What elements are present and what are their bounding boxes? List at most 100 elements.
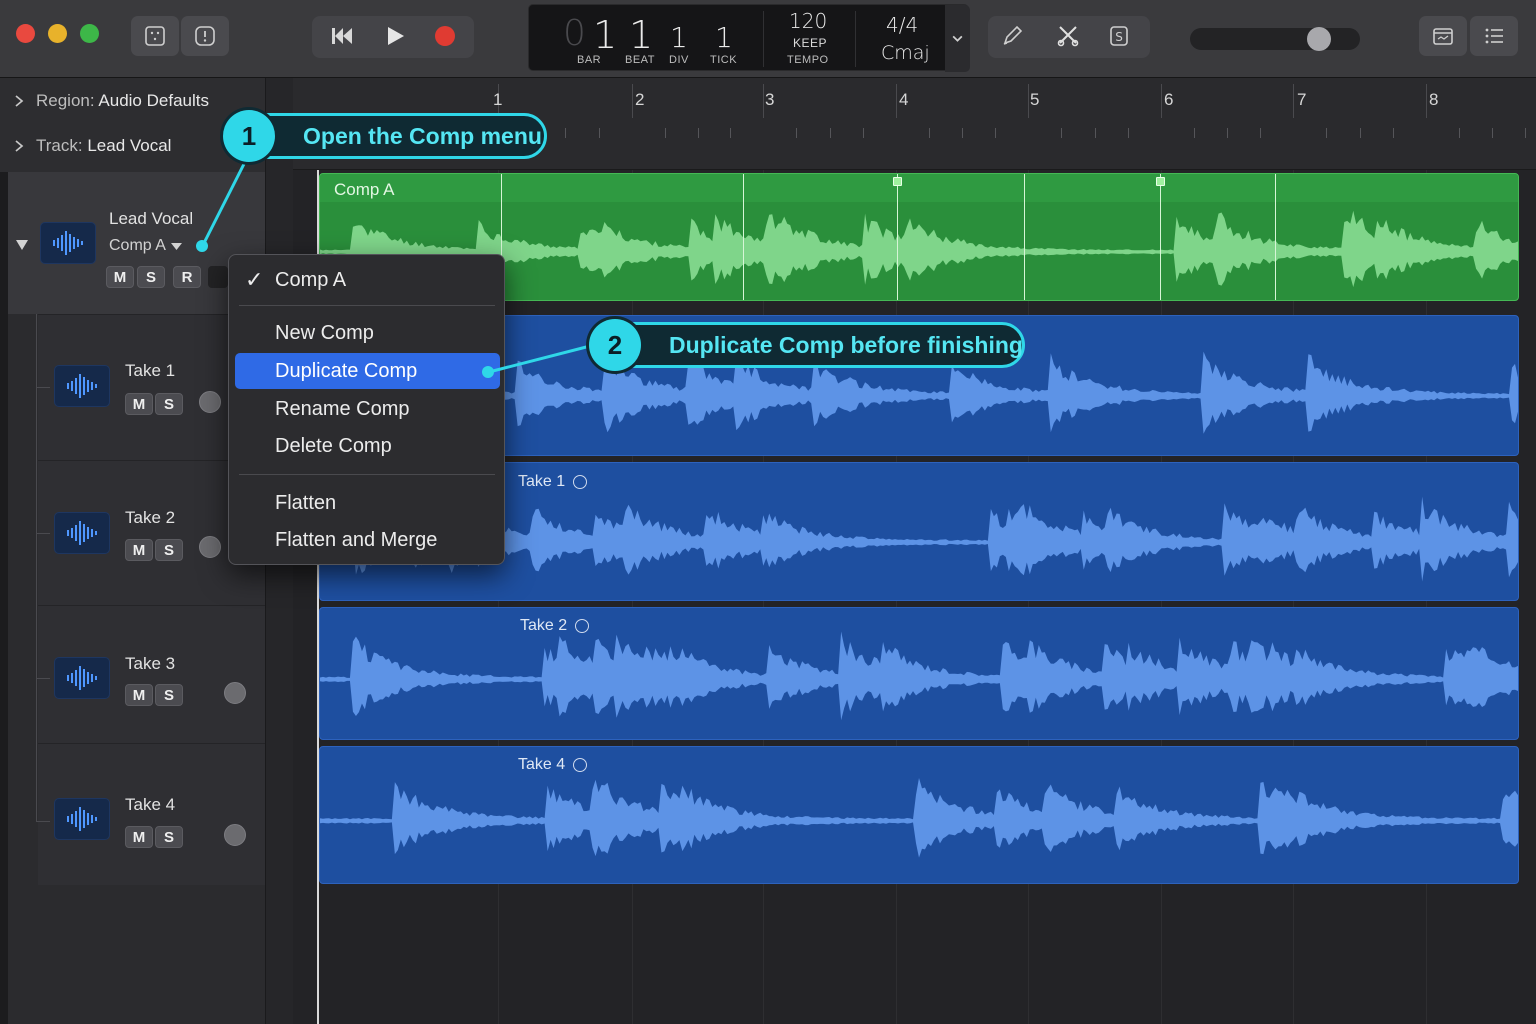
input-monitor-button[interactable] [208,266,228,288]
master-volume-knob[interactable] [1306,27,1331,51]
solo-button[interactable]: S [155,539,183,561]
record-button[interactable] [421,14,469,58]
pencil-tool-button[interactable] [988,14,1036,58]
callout-1-badge: 1 [223,110,275,162]
take-header-4[interactable]: Take 4 M S [38,743,265,885]
rewind-button[interactable] [318,14,366,58]
rewind-icon [332,28,352,44]
solo-button[interactable]: S [155,826,183,848]
minimize-window-button[interactable] [48,24,67,43]
take-volume-knob[interactable] [199,536,221,558]
tree-branch [36,678,50,679]
comp-segment-divider[interactable] [1275,174,1276,300]
ruler-beat-tick [1492,128,1493,138]
ruler-beat-tick [929,128,930,138]
ruler-beat-tick [1459,128,1460,138]
comp-name: Comp A [109,237,166,254]
mute-button[interactable]: M [125,393,153,415]
tree-branch [36,533,50,534]
tree-branch [36,821,50,822]
comp-menu-button[interactable]: Comp A [109,237,182,255]
editor-icon [1433,28,1453,45]
editor-button[interactable] [1419,16,1467,56]
comp-handle[interactable] [1156,177,1165,186]
ruler-beat-tick [1127,128,1129,138]
solo-button[interactable]: S [137,266,165,288]
close-window-button[interactable] [16,24,35,43]
menu-item-duplicate-comp[interactable]: Duplicate Comp [235,353,500,389]
caret-down-icon [170,242,182,250]
solo-tool-button[interactable]: S [1095,14,1143,58]
lcd-tick-label: TICK [710,54,738,66]
take-volume-knob[interactable] [224,824,246,846]
library-button[interactable] [131,16,179,56]
menu-item-flatten-and-merge[interactable]: Flatten and Merge [235,522,500,558]
menu-item-comp-a[interactable]: ✓ Comp A [235,262,500,298]
ruler-beat-tick [796,128,798,138]
ruler-beat-tick [1525,128,1526,138]
solo-button[interactable]: S [155,684,183,706]
track-header-lead-vocal[interactable]: Lead Vocal Comp A M S R [8,172,265,314]
lcd-key: Cmaj [881,42,930,64]
take-icon [54,657,110,699]
lcd-bar-lead: 0 [563,13,586,54]
mute-button[interactable]: M [106,266,134,288]
menu-item-rename-comp[interactable]: Rename Comp [235,391,500,427]
take-icon [54,512,110,554]
take-volume-knob[interactable] [224,682,246,704]
menu-item-flatten[interactable]: Flatten [235,485,500,521]
ruler-bar-3: 3 [765,90,775,109]
comp-segment-divider[interactable] [897,174,898,300]
checkmark-icon: ✓ [245,267,264,292]
lcd-dropdown-button[interactable] [945,5,970,72]
ruler-bar-2: 2 [635,90,645,109]
mute-button[interactable]: M [125,684,153,706]
scissors-tool-button[interactable] [1044,14,1092,58]
take-header-3[interactable]: Take 3 M S [38,605,265,743]
track-inspector-row[interactable]: Track: Lead Vocal [12,136,171,156]
comp-segment-divider[interactable] [743,174,744,300]
mute-button[interactable]: M [125,539,153,561]
menu-item-new-comp[interactable]: New Comp [235,315,500,351]
chevron-down-icon [952,35,963,42]
region-value: Audio Defaults [98,91,209,110]
list-editors-button[interactable] [1470,16,1518,56]
ruler-beat-tick [730,128,732,138]
lcd-bar-label: BAR [577,54,602,66]
menu-separator [239,305,495,306]
lcd-tempo-label: TEMPO [787,54,829,66]
take-volume-knob[interactable] [199,391,221,413]
play-icon [388,27,404,45]
ruler-bar-7: 7 [1297,90,1307,109]
region-inspector-row[interactable]: Region: Audio Defaults [12,91,209,111]
comp-region-header [320,174,1518,202]
track-headers-edge [0,172,8,1024]
inspector-button[interactable] [181,16,229,56]
disclosure-triangle-icon[interactable] [15,239,29,251]
lcd-beat-label: BEAT [625,54,655,66]
waveform-icon [53,231,83,255]
track-name: Lead Vocal [109,209,194,228]
record-enable-button[interactable]: R [173,266,201,288]
mute-button[interactable]: M [125,826,153,848]
ruler-beat-tick [1326,128,1328,138]
ruler-beat-tick [1392,128,1394,138]
region-label: Region: [36,91,95,110]
comp-handle[interactable] [893,177,902,186]
zoom-window-button[interactable] [80,24,99,43]
take-region-4[interactable]: Take 4 [319,746,1519,884]
comp-segment-divider[interactable] [1160,174,1161,300]
waveform-icon [67,666,97,690]
logic-window: 0 1 1 1 1 BAR BEAT DIV TICK 120 KEEP TEM… [0,0,1536,1024]
lcd-tempo-mode: KEEP [793,36,828,50]
menu-item-delete-comp[interactable]: Delete Comp [235,428,500,464]
take-region-2[interactable]: Take 2 [319,607,1519,740]
play-button[interactable] [371,14,419,58]
waveform-icon [67,374,97,398]
lcd-display[interactable]: 0 1 1 1 1 BAR BEAT DIV TICK 120 KEEP TEM… [528,4,970,72]
master-volume-slider[interactable] [1190,27,1360,51]
comp-segment-divider[interactable] [1024,174,1025,300]
pencil-icon [1003,25,1023,45]
lcd-tempo: 120 [789,9,828,33]
solo-button[interactable]: S [155,393,183,415]
